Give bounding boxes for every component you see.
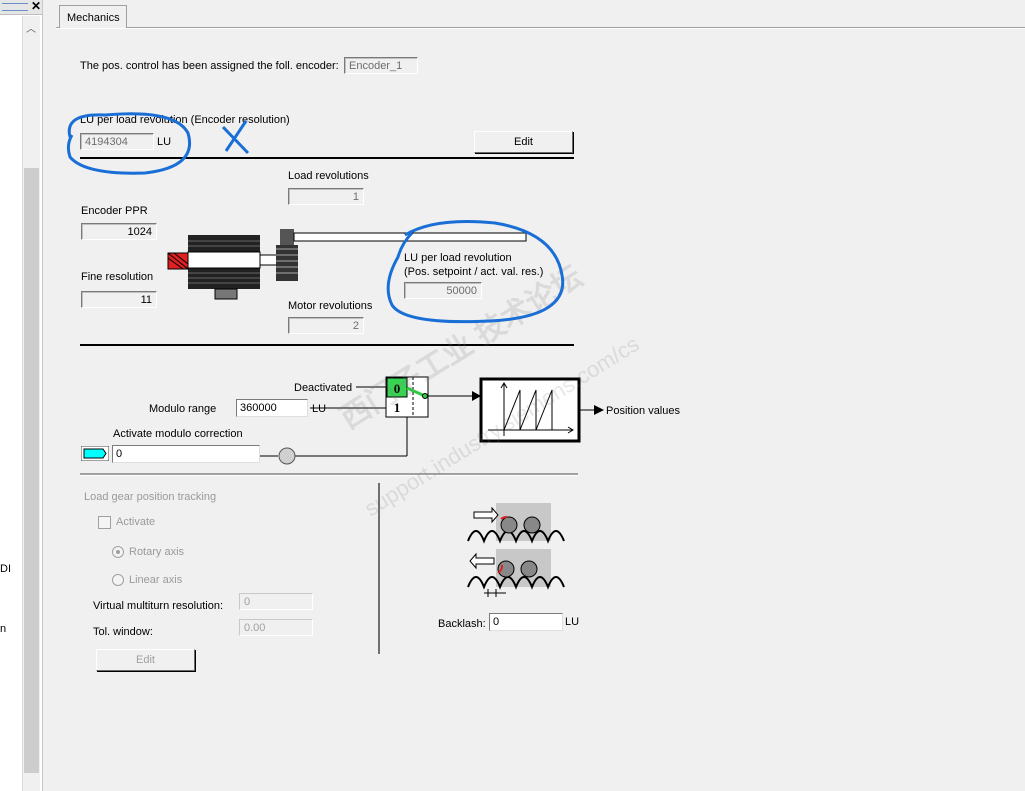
linear-axis-radio[interactable] <box>112 574 124 586</box>
connector-icon <box>81 446 109 461</box>
divider <box>80 473 578 476</box>
backlash-diagram <box>467 503 565 597</box>
multiturn-field: 0 <box>239 593 313 610</box>
tab-mechanics[interactable]: Mechanics <box>59 5 127 28</box>
tab-divider <box>56 27 1025 29</box>
drag-grip[interactable] <box>2 3 28 11</box>
encoder-assignment-label: The pos. control has been assigned the f… <box>80 60 339 72</box>
tol-window-label: Tol. window: <box>93 626 153 638</box>
edit-tracking-button[interactable]: Edit <box>96 649 195 671</box>
position-values-label: Position values <box>606 405 680 417</box>
rotary-axis-radio[interactable] <box>112 546 124 558</box>
linear-axis-label: Linear axis <box>129 574 183 586</box>
scrollbar-thumb[interactable] <box>24 168 39 773</box>
left-panel-text: n <box>0 623 7 635</box>
encoder-field: Encoder_1 <box>344 57 418 74</box>
rotary-axis-label: Rotary axis <box>129 546 185 558</box>
chevron-up-icon[interactable]: ︿ <box>26 20 36 35</box>
left-scrollbar[interactable]: ︿ <box>22 16 40 791</box>
backlash-unit: LU <box>565 616 580 628</box>
backlash-label: Backlash: <box>438 618 486 630</box>
annotation-overlay <box>66 112 565 324</box>
activate-label: Activate <box>116 516 156 528</box>
left-panel-titlebar: ✕ <box>0 0 42 15</box>
backlash-input[interactable]: 0 <box>489 613 563 631</box>
tol-window-field: 0.00 <box>239 619 313 636</box>
close-icon[interactable]: ✕ <box>31 0 41 13</box>
activate-checkbox[interactable] <box>98 516 111 529</box>
multiturn-label: Virtual multiturn resolution: <box>93 600 224 612</box>
left-panel-text: DI <box>0 563 11 575</box>
tracking-title: Load gear position tracking <box>84 491 217 503</box>
tab-label: Mechanics <box>67 12 120 24</box>
